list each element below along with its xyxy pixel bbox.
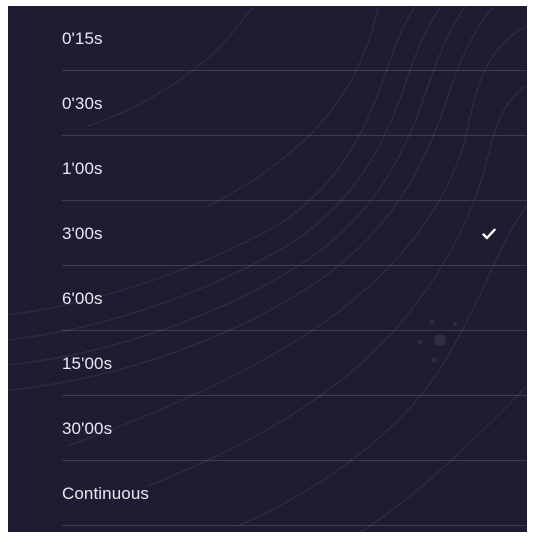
option-label: 3'00s <box>62 223 103 243</box>
option-0-15s[interactable]: 0'15s <box>8 6 527 71</box>
option-1-00s[interactable]: 1'00s <box>8 136 527 201</box>
option-label: 6'00s <box>62 288 103 308</box>
option-label: 30'00s <box>62 418 113 438</box>
option-30-00s[interactable]: 30'00s <box>8 396 527 461</box>
duration-picker-panel: 0'15s 0'30s 1'00s 3'00s 6'00s 15'00s 30'… <box>8 6 527 532</box>
option-0-30s[interactable]: 0'30s <box>8 71 527 136</box>
option-6-00s[interactable]: 6'00s <box>8 266 527 331</box>
option-15-00s[interactable]: 15'00s <box>8 331 527 396</box>
option-label: Continuous <box>62 483 150 503</box>
option-continuous[interactable]: Continuous <box>8 461 527 526</box>
option-3-00s[interactable]: 3'00s <box>8 201 527 266</box>
duration-option-list: 0'15s 0'30s 1'00s 3'00s 6'00s 15'00s 30'… <box>8 6 527 526</box>
option-label: 0'15s <box>62 28 103 48</box>
option-label: 15'00s <box>62 353 113 373</box>
checkmark-icon <box>482 228 496 239</box>
option-label: 1'00s <box>62 158 103 178</box>
divider <box>62 525 527 526</box>
option-label: 0'30s <box>62 93 103 113</box>
